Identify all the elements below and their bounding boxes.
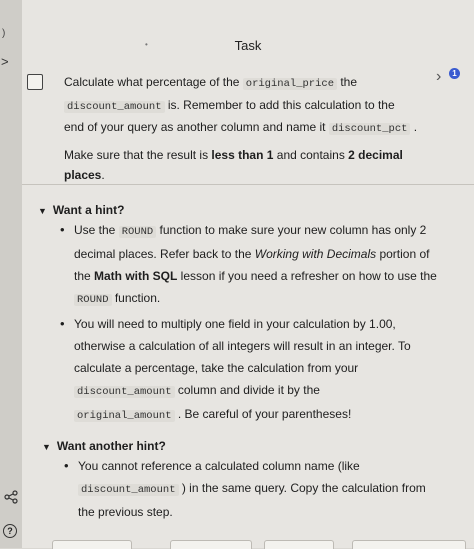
task-title: Task: [234, 38, 262, 53]
task-checkbox[interactable]: [27, 74, 43, 90]
task-panel: • Task › 1 Calculate what percentage of …: [22, 0, 474, 549]
hint-bullet: You will need to multiply one field in y…: [74, 317, 411, 422]
inline-code: discount_amount: [64, 100, 165, 113]
hint-toggle[interactable]: ▼ Want a hint?: [38, 203, 124, 217]
task-instructions: Calculate what percentage of the origina…: [64, 75, 418, 182]
hint-toggle[interactable]: ▼ Want another hint?: [42, 439, 166, 453]
bullet-icon: •: [60, 222, 65, 237]
triangle-down-icon: ▼: [38, 206, 47, 216]
left-rail: ) > ?: [0, 0, 22, 548]
help-icon[interactable]: ?: [3, 524, 17, 538]
bullet-icon: •: [60, 316, 65, 331]
section-divider: [22, 184, 474, 185]
inline-code: discount_pct: [328, 123, 411, 135]
inline-code: original_price: [242, 78, 337, 90]
chevron-right-icon[interactable]: ›: [436, 68, 441, 86]
rail-mark: ): [2, 28, 6, 39]
triangle-down-icon: ▼: [42, 442, 51, 452]
bullet-icon: •: [64, 458, 69, 473]
share-icon[interactable]: [4, 490, 18, 504]
hint-bullet: Use the ROUND function to make sure your…: [74, 223, 437, 306]
notification-badge: 1: [449, 68, 460, 79]
hint-bullet: You cannot reference a calculated column…: [78, 459, 426, 519]
rail-arrow-icon[interactable]: >: [1, 54, 9, 69]
